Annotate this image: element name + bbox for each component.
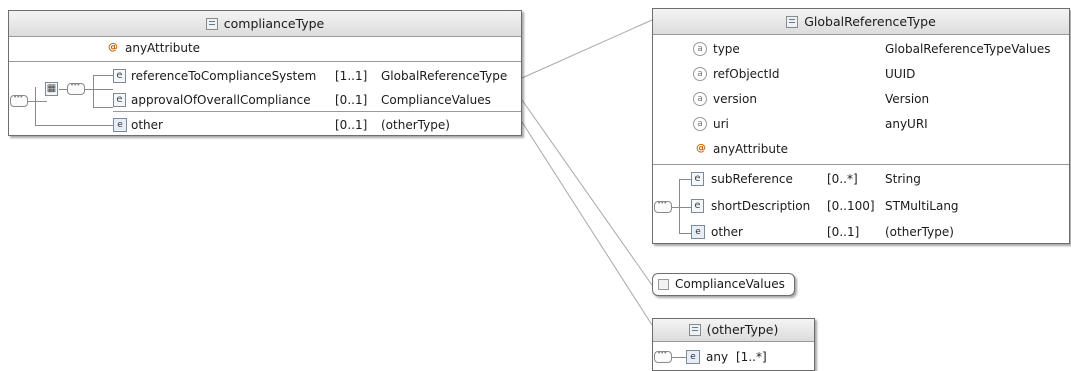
- sequence-icon[interactable]: [67, 81, 85, 95]
- global-reference-type-title: GlobalReferenceType: [804, 14, 936, 29]
- compliance-type-box[interactable]: complianceType @ anyAttribute ▦ e refere…: [8, 10, 522, 136]
- global-reference-type-header: GlobalReferenceType: [653, 9, 1069, 35]
- element-name: subReference: [711, 172, 793, 186]
- element-row-shortdescription[interactable]: e shortDescription [0..100] STMultiLang: [691, 195, 1061, 217]
- element-icon: e: [691, 199, 704, 213]
- row-divider: [113, 111, 521, 112]
- element-row-other[interactable]: e other [0..1] (otherType): [691, 221, 1061, 243]
- element-name: other: [711, 225, 743, 239]
- compliance-values-title: ComplianceValues: [675, 277, 785, 291]
- tree-line: [679, 207, 691, 208]
- attribute-name: refObjectId: [713, 67, 780, 81]
- element-icon: e: [691, 172, 704, 186]
- element-row-approvalofoverallcompliance[interactable]: e approvalOfOverallCompliance [0..1] Com…: [113, 89, 523, 111]
- tree-line: [672, 207, 679, 208]
- attribute-row-refobjectid[interactable]: a refObjectId UUID: [693, 63, 1063, 85]
- element-icon: e: [113, 69, 126, 83]
- attribute-name: uri: [713, 117, 729, 131]
- tree-line: [35, 125, 113, 126]
- element-cardinality: [0..1]: [827, 225, 860, 239]
- element-name: approvalOfOverallCompliance: [131, 93, 311, 107]
- attribute-row-version[interactable]: a version Version: [693, 88, 1063, 110]
- element-type: GlobalReferenceType: [381, 69, 508, 83]
- compliance-type-title: complianceType: [223, 16, 325, 31]
- element-cardinality: [1..1]: [335, 69, 368, 83]
- tree-line: [93, 75, 113, 76]
- attribute-icon: a: [693, 117, 707, 131]
- attribute-icon: a: [693, 67, 707, 81]
- other-type-header: (otherType): [653, 319, 814, 342]
- attribute-type: anyURI: [885, 117, 928, 131]
- element-type: (otherType): [885, 225, 954, 239]
- element-cardinality: [0..100]: [827, 199, 875, 213]
- any-attribute-icon: @: [108, 42, 118, 53]
- connector-to-compliancevalues: [521, 99, 653, 286]
- compliance-type-header: complianceType: [9, 11, 521, 37]
- attribute-icon: a: [693, 42, 707, 56]
- sequence-icon[interactable]: [10, 93, 28, 107]
- connector-to-othertype: [521, 121, 653, 326]
- attribute-type: GlobalReferenceTypeValues: [885, 42, 1051, 56]
- sequence-icon[interactable]: [654, 199, 672, 213]
- complex-type-icon: ▦: [45, 82, 58, 96]
- section-divider: [653, 164, 1069, 165]
- any-attribute-label: anyAttribute: [125, 41, 201, 55]
- attribute-name: version: [713, 92, 757, 106]
- global-reference-type-box[interactable]: GlobalReferenceType a type GlobalReferen…: [652, 8, 1070, 244]
- element-type: (otherType): [381, 118, 450, 132]
- connector-to-globalreferencetype: [521, 19, 653, 79]
- element-cardinality: [0..*]: [827, 172, 858, 186]
- element-type: STMultiLang: [885, 199, 959, 213]
- attribute-type: UUID: [885, 67, 916, 81]
- complex-type-icon: [205, 18, 218, 30]
- element-row-any[interactable]: e any [1..*]: [686, 346, 811, 368]
- tree-line: [679, 233, 691, 234]
- section-divider: [9, 61, 521, 62]
- tree-line: [35, 87, 36, 125]
- any-element-icon: e: [691, 225, 705, 239]
- element-name: any: [706, 350, 729, 364]
- attribute-type: Version: [885, 92, 930, 106]
- complex-type-icon: [688, 324, 701, 336]
- element-name: shortDescription: [711, 199, 811, 213]
- tree-line: [93, 75, 94, 107]
- tree-line: [85, 89, 113, 90]
- element-type: ComplianceValues: [381, 93, 491, 107]
- any-element-icon: e: [113, 118, 127, 132]
- attribute-icon: a: [693, 92, 707, 106]
- complex-type-icon: [786, 16, 799, 28]
- any-attribute-icon: @: [696, 143, 706, 154]
- tree-line: [93, 107, 113, 108]
- other-type-title: (otherType): [706, 322, 779, 337]
- element-name: referenceToComplianceSystem: [131, 69, 317, 83]
- attribute-row-type[interactable]: a type GlobalReferenceTypeValues: [693, 38, 1063, 60]
- element-row-referencetocompliancesystem[interactable]: e referenceToComplianceSystem [1..1] Glo…: [113, 65, 523, 87]
- element-name: other: [131, 118, 163, 132]
- attribute-name: type: [713, 42, 740, 56]
- tree-line: [679, 179, 680, 233]
- element-cardinality: [1..*]: [736, 350, 767, 364]
- any-element-icon: e: [686, 350, 700, 364]
- tree-line: [679, 179, 691, 180]
- tree-line: [28, 101, 47, 102]
- tree-line: [672, 357, 686, 358]
- compliance-values-box[interactable]: ComplianceValues: [652, 273, 795, 296]
- element-cardinality: [0..1]: [335, 93, 368, 107]
- other-type-box[interactable]: (otherType) e any [1..*]: [652, 318, 815, 371]
- element-row-subreference[interactable]: e subReference [0..*] String: [691, 168, 1061, 190]
- element-row-other[interactable]: e other [0..1] (otherType): [113, 114, 523, 136]
- sequence-icon[interactable]: [654, 349, 672, 363]
- element-icon: e: [113, 93, 126, 107]
- any-attribute-label: anyAttribute: [713, 142, 789, 156]
- element-type: String: [885, 172, 921, 186]
- element-cardinality: [0..1]: [335, 118, 368, 132]
- simple-type-icon: [658, 279, 669, 290]
- attribute-row-uri[interactable]: a uri anyURI: [693, 113, 1063, 135]
